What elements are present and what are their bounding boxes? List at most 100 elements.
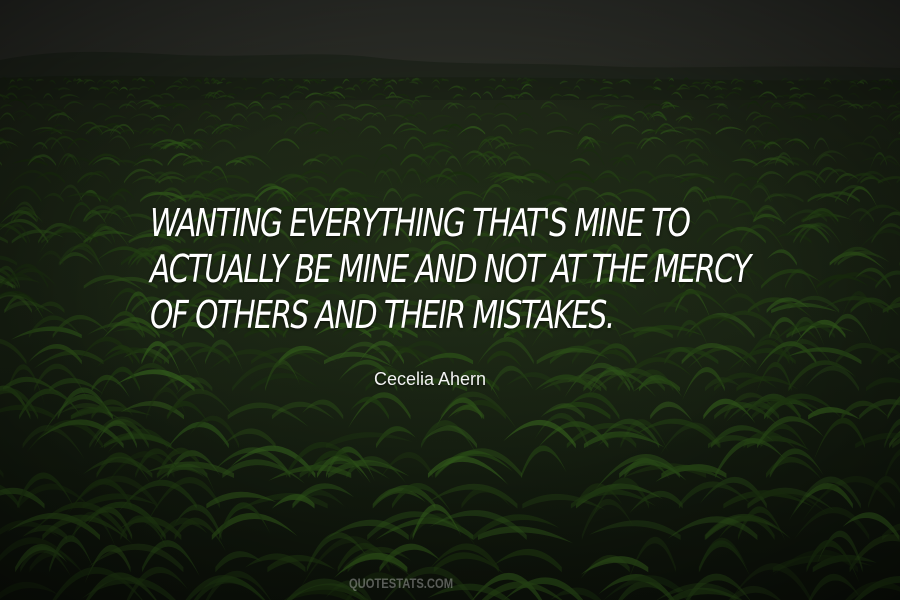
corn-leaf: [333, 103, 355, 110]
corn-leaf: [401, 114, 419, 122]
corn-leaf: [867, 115, 885, 122]
corn-leaf: [208, 139, 236, 152]
corn-leaf: [241, 77, 247, 82]
corn-leaf: [226, 81, 233, 85]
corn-leaf: [211, 174, 249, 184]
corn-leaf: [244, 86, 258, 91]
corn-leaf: [619, 95, 634, 99]
corn-leaf: [678, 481, 752, 509]
corn-leaf: [332, 126, 351, 136]
corn-leaf: [420, 155, 444, 172]
corn-leaf: [683, 77, 690, 82]
quote-text: WANTING EVERYTHING THAT'S MINE TO ACTUAL…: [150, 200, 751, 338]
corn-leaf: [636, 137, 657, 150]
corn-leaf: [120, 78, 124, 82]
corn-leaf: [368, 83, 381, 91]
corn-leaf: [49, 79, 56, 85]
corn-leaf: [375, 104, 395, 111]
corn-leaf: [0, 104, 14, 110]
corn-leaf: [393, 122, 423, 135]
corn-leaf: [137, 102, 161, 110]
corn-leaf: [761, 100, 779, 110]
corn-leaf: [829, 313, 874, 348]
corn-leaf: [106, 159, 139, 166]
corn-leaf: [290, 111, 307, 123]
corn-leaf: [761, 268, 822, 289]
corn-leaf: [750, 95, 770, 99]
corn-leaf: [276, 83, 288, 91]
corn-leaf: [589, 520, 681, 540]
corn-leaf: [684, 159, 709, 167]
corn-leaf: [824, 168, 853, 184]
corn-leaf: [410, 112, 428, 122]
corn-leaf: [720, 293, 760, 313]
corn-leaf: [586, 94, 605, 99]
corn-leaf: [347, 392, 411, 429]
corn-leaf: [817, 103, 841, 110]
corn-leaf: [887, 79, 893, 86]
corn-leaf: [19, 94, 37, 99]
corn-leaf: [515, 112, 535, 122]
corn-leaf: [475, 112, 501, 122]
corn-leaf: [118, 86, 128, 92]
corn-leaf: [432, 85, 440, 92]
corn-leaf: [517, 77, 523, 82]
corn-leaf: [849, 534, 900, 573]
corn-leaf: [465, 105, 476, 110]
corn-leaf: [262, 80, 270, 85]
corn-leaf: [63, 101, 85, 110]
corn-leaf: [43, 93, 55, 102]
corn-leaf: [241, 111, 265, 127]
corn-leaf: [464, 113, 482, 122]
corn-leaf: [58, 245, 108, 279]
corn-leaf: [322, 155, 343, 168]
corn-leaf: [314, 112, 328, 122]
corn-leaf: [461, 486, 511, 509]
corn-leaf: [181, 175, 213, 184]
corn-leaf: [294, 122, 325, 135]
corn-leaf: [400, 153, 432, 170]
corn-leaf: [204, 114, 221, 122]
corn-leaf: [728, 199, 756, 223]
corn-leaf: [49, 535, 94, 573]
corn-leaf: [26, 102, 44, 111]
corn-leaf: [331, 116, 346, 123]
corn-leaf: [169, 123, 185, 139]
corn-leaf: [315, 94, 335, 99]
corn-leaf: [65, 192, 109, 203]
corn-leaf: [0, 161, 2, 166]
corn-leaf: [266, 138, 300, 156]
corn-leaf: [231, 113, 250, 125]
quote-line: ACTUALLY BE MINE AND NOT AT THE MERCY: [150, 247, 751, 291]
corn-leaf: [738, 102, 763, 110]
corn-leaf: [60, 93, 81, 99]
corn-leaf: [309, 100, 334, 110]
corn-leaf: [105, 91, 120, 99]
corn-leaf: [544, 111, 567, 122]
corn-leaf: [321, 79, 327, 82]
corn-leaf: [491, 124, 513, 135]
corn-leaf: [725, 91, 743, 99]
corn-leaf: [342, 78, 350, 85]
corn-leaf: [10, 326, 82, 340]
corn-leaf: [798, 78, 805, 82]
corn-leaf: [550, 93, 564, 99]
corn-leaf: [333, 168, 369, 184]
corn-leaf: [576, 148, 605, 166]
corn-leaf: [408, 81, 419, 85]
corn-leaf: [611, 124, 642, 135]
corn-leaf: [783, 138, 809, 150]
corn-leaf: [26, 78, 34, 82]
corn-leaf: [111, 188, 136, 203]
corn-leaf: [870, 79, 879, 85]
corn-leaf: [63, 154, 83, 173]
quote-line: OF OTHERS AND THEIR MISTAKES.: [150, 293, 615, 337]
corn-leaf: [0, 112, 15, 122]
corn-leaf: [576, 78, 587, 85]
corn-leaf: [766, 249, 797, 266]
quote-image: WANTING EVERYTHING THAT'S MINE TO ACTUAL…: [0, 0, 900, 600]
corn-leaf: [303, 158, 326, 166]
corn-leaf: [431, 79, 440, 86]
corn-leaf: [492, 548, 562, 573]
corn-leaf: [148, 84, 157, 92]
